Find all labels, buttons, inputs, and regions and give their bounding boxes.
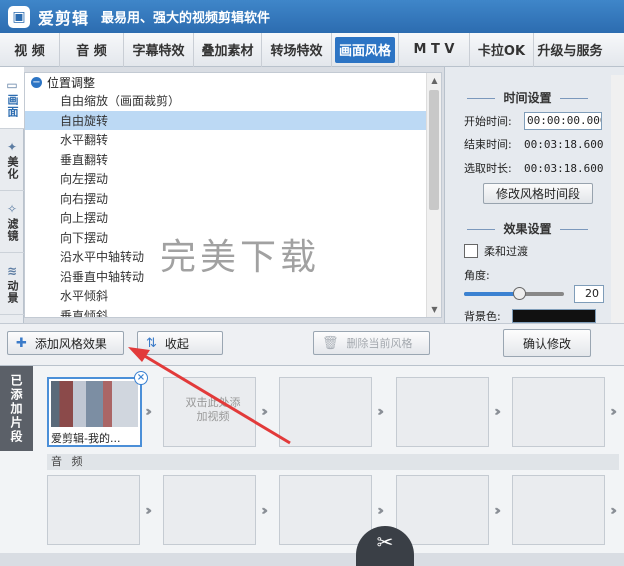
tab-audio[interactable]: 音 频 [60,32,124,67]
side-tab-picture[interactable]: ▭ 画面 [0,67,24,129]
add-style-button[interactable]: ✚ 添加风格效果 [7,331,124,355]
wand-icon: ✧ [6,201,18,216]
video-slot[interactable] [279,377,372,447]
tab-karaoke[interactable]: 卡拉OK [470,32,534,67]
app-title: 爱剪辑 [38,8,90,28]
tab-subtitle-effects[interactable]: 字幕特效 [124,32,194,67]
wand-icon: ✦ [6,139,18,154]
scroll-thumb[interactable] [429,90,439,210]
side-tabs: ▭ 画面 ✦ 美化 ✧ 滤镜 ≋ 动景 [0,67,24,323]
bgcolor-swatch[interactable] [512,309,596,323]
settings-scrollbar[interactable] [611,75,624,323]
title-bar: ▣ 爱剪辑 最易用、强大的视频剪辑软件 [0,0,624,33]
app-logo-icon: ▣ [8,5,30,28]
bgcolor-row: 背景色: [464,309,596,323]
clip-thumbnail[interactable]: 爱剪辑-我的... × [47,371,148,447]
app-subtitle: 最易用、强大的视频剪辑软件 [101,11,271,26]
screen-icon: ▭ [6,77,18,92]
angle-slider-fill [464,292,519,296]
list-item[interactable]: 垂直翻转 [25,150,441,170]
chevron-right-icon: ››› [494,404,501,420]
collapse-icon[interactable]: − [31,76,42,88]
close-icon[interactable]: × [134,371,148,385]
end-time-value: 00:03:18.600 [524,137,604,151]
effect-settings-title: 效果设置 [445,220,610,237]
audio-slot[interactable] [396,475,489,545]
trash-icon: 🗑 [322,335,339,351]
effect-list: − 位置调整 自由缩放（画面裁剪） 自由旋转 水平翻转 垂直翻转 向左摆动 向右摆动 向上摆… [24,72,442,318]
tab-overlay[interactable]: 叠加素材 [194,32,262,67]
main-tabs: 视 频 音 频 字幕特效 叠加素材 转场特效 画面风格 M T V 卡拉OK 升… [0,32,624,67]
chevron-right-icon: ››› [610,404,617,420]
list-items: 自由缩放（画面裁剪） 自由旋转 水平翻转 垂直翻转 向左摆动 向右摆动 向上摆动 向下摆动 沿水… [25,91,441,317]
magic-wand-icon: ✚ [16,335,27,351]
smooth-row: 柔和过渡 [464,243,528,259]
list-scrollbar[interactable]: ▲ ▼ [426,73,441,317]
tab-picture-style[interactable]: 画面风格 [335,36,395,63]
list-item[interactable]: 水平倾斜 [25,286,441,306]
audio-slot[interactable] [512,475,605,545]
clip-name: 爱剪辑-我的... [51,432,121,445]
side-tab-beautify[interactable]: ✦ 美化 [0,129,24,191]
video-slot[interactable] [512,377,605,447]
scroll-down-icon[interactable]: ▼ [427,302,441,317]
angle-slider-knob[interactable] [513,287,526,300]
chevron-right-icon: ››› [377,404,384,420]
clip-preview [51,381,138,427]
time-settings-title: 时间设置 [445,89,610,106]
chevron-right-icon: ››› [494,503,501,519]
added-clips-tab[interactable]: 已添加片段 [0,366,33,451]
chevron-right-icon: ››› [145,503,152,519]
collapse-button[interactable]: ⇅ 收起 [137,331,223,355]
list-item[interactable]: 自由缩放（画面裁剪） [25,91,441,111]
list-item[interactable]: 自由旋转 [25,110,441,130]
duration-value: 00:03:18.600 [524,161,604,175]
tab-upgrade[interactable]: 升级与服务 [534,33,606,67]
chevron-right-icon: ››› [610,503,617,519]
list-group-position[interactable]: − 位置调整 [25,73,441,91]
add-video-hint: 双击此处添加视频 [185,396,241,423]
audio-slot[interactable] [279,475,372,545]
tab-mtv[interactable]: M T V [398,32,470,67]
clip-area: 已添加片段 爱剪辑-我的... × ››› ››› ››› ››› ››› ››› ››› ›… [0,365,624,566]
chevron-right-icon: ››› [261,503,268,519]
delete-style-button[interactable]: 🗑 删除当前风格 [313,331,430,355]
list-item[interactable]: 向左摆动 [25,169,441,189]
style-toolbar: ✚ 添加风格效果 ⇅ 收起 🗑 删除当前风格 确认修改 [0,323,624,365]
modify-time-button[interactable]: 修改风格时间段 [483,183,593,204]
angle-input[interactable]: 20 [574,285,604,303]
chevron-right-icon: ››› [261,404,268,420]
audio-track-label: 音 频 [47,454,619,470]
angle-label: 角度: [464,269,490,282]
duration-row: 选取时长: 00:03:18.600 [464,161,604,176]
chevron-right-icon: ››› [377,503,384,519]
chevron-right-icon: ››› [145,404,152,420]
start-time-input[interactable]: 00:00:00.000 [524,112,602,130]
collapse-icon: ⇅ [146,335,157,351]
list-item[interactable]: 垂直倾斜 [25,306,441,317]
audio-slot[interactable] [163,475,256,545]
angle-slider[interactable] [464,287,564,300]
side-tab-filter[interactable]: ✧ 滤镜 [0,191,24,253]
start-time-row: 开始时间: 00:00:00.000 [464,112,602,130]
watermark: 完美下载 [160,237,321,278]
side-tab-motion[interactable]: ≋ 动景 [0,253,24,315]
list-item[interactable]: 向上摆动 [25,208,441,228]
video-slot[interactable] [396,377,489,447]
waves-icon: ≋ [6,263,18,278]
scroll-up-icon[interactable]: ▲ [427,73,441,88]
audio-slot[interactable] [47,475,140,545]
tab-video[interactable]: 视 频 [0,32,60,67]
smooth-checkbox[interactable] [464,244,478,258]
group-label: 位置调整 [47,75,96,90]
list-item[interactable]: 水平翻转 [25,130,441,150]
end-time-row: 结束时间: 00:03:18.600 [464,137,604,152]
list-item[interactable]: 向右摆动 [25,189,441,209]
angle-row: 20 [464,285,604,303]
tab-transition[interactable]: 转场特效 [262,32,332,67]
confirm-modify-button[interactable]: 确认修改 [503,329,591,357]
settings-panel: 时间设置 开始时间: 00:00:00.000 结束时间: 00:03:18.6… [444,67,624,323]
